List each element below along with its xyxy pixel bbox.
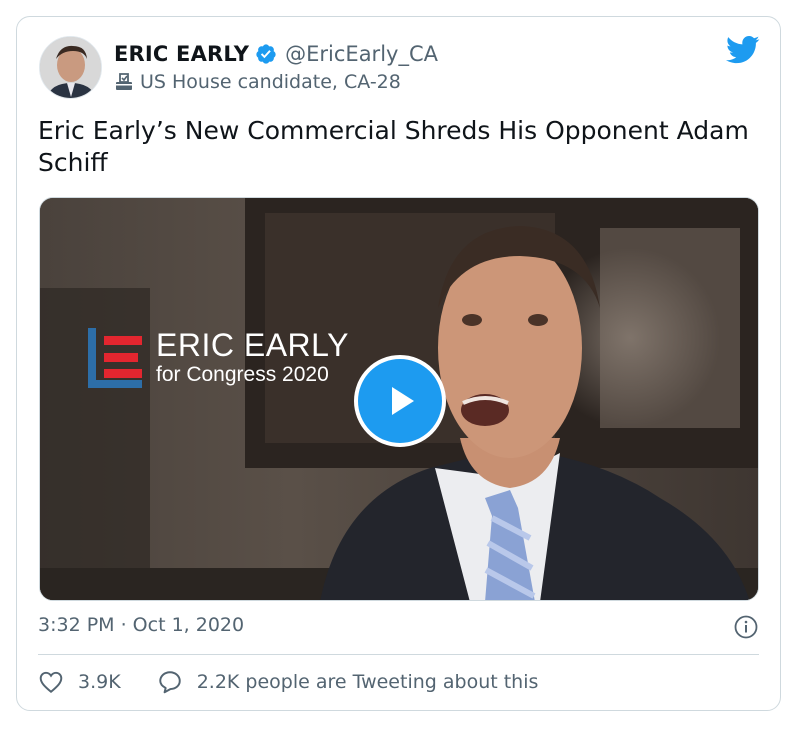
- speech-bubble-icon: [157, 669, 183, 695]
- affiliation-label: US House candidate, CA-28: [114, 69, 401, 95]
- campaign-logo: ERIC EARLY for Congress 2020: [84, 326, 349, 390]
- tweet-timestamp[interactable]: 3:32 PM · Oct 1, 2020: [38, 614, 244, 636]
- twitter-bird-icon[interactable]: [726, 35, 760, 65]
- play-button[interactable]: [354, 355, 446, 447]
- like-button[interactable]: 3.9K: [38, 669, 121, 695]
- avatar[interactable]: [39, 36, 102, 99]
- conversation-link[interactable]: 2.2K people are Tweeting about this: [157, 669, 539, 695]
- tweet-text: Eric Early’s New Commercial Shreds His O…: [38, 116, 749, 177]
- play-icon: [392, 387, 414, 415]
- campaign-logo-title: ERIC EARLY: [156, 327, 349, 363]
- author-row: ERIC EARLY @EricEarly_CA: [114, 39, 438, 69]
- engagement-bar: 3.9K 2.2K people are Tweeting about this: [38, 669, 538, 695]
- video-player[interactable]: ERIC EARLY for Congress 2020: [39, 197, 759, 601]
- conversation-text: 2.2K people are Tweeting about this: [196, 671, 539, 693]
- author-handle[interactable]: @EricEarly_CA: [285, 42, 438, 66]
- like-count: 3.9K: [78, 671, 121, 693]
- campaign-logo-mark: [88, 328, 142, 388]
- affiliation-text: US House candidate, CA-28: [140, 71, 401, 93]
- avatar-image: [40, 37, 101, 98]
- verified-badge-icon: [255, 43, 277, 65]
- ballot-box-icon: [114, 72, 134, 92]
- info-icon[interactable]: [734, 615, 758, 639]
- tweet-card[interactable]: ERIC EARLY @EricEarly_CA US House candid…: [16, 16, 781, 711]
- campaign-logo-subtitle: for Congress 2020: [156, 363, 329, 386]
- author-name[interactable]: ERIC EARLY: [114, 42, 249, 66]
- heart-icon: [38, 669, 64, 695]
- divider: [38, 654, 759, 655]
